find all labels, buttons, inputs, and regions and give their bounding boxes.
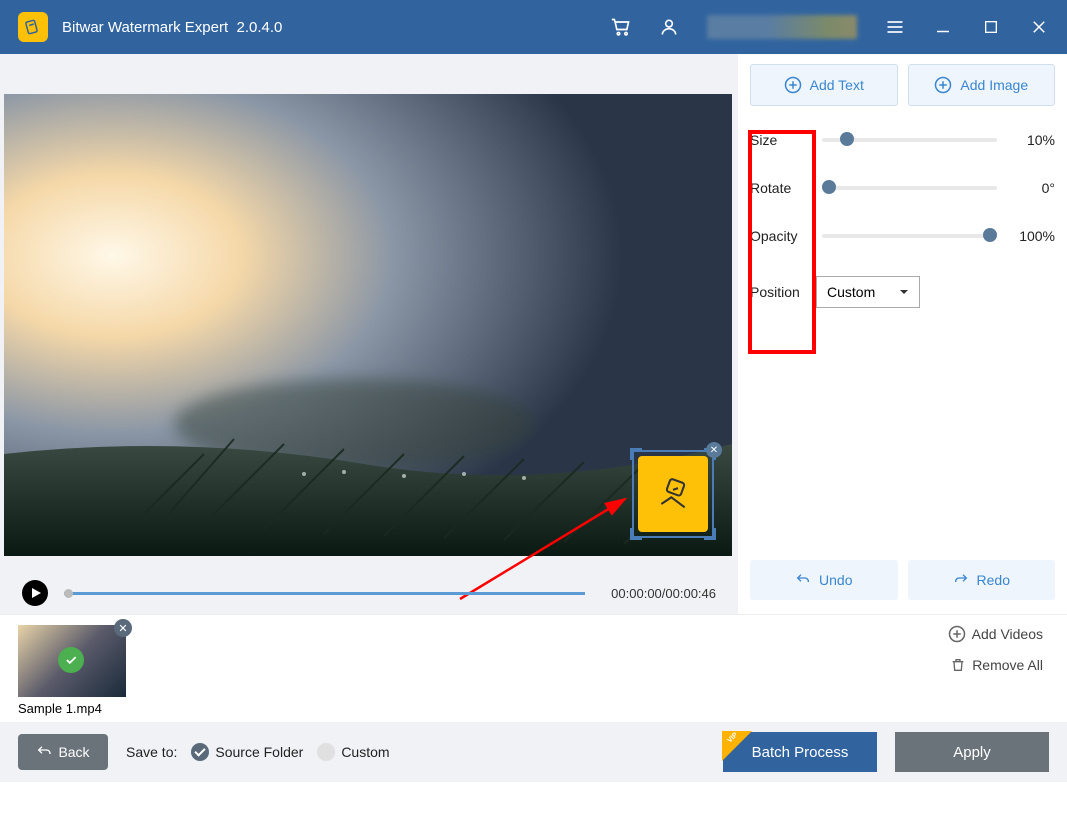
- size-label: Size: [750, 132, 816, 148]
- position-value: Custom: [827, 284, 875, 300]
- watermark-overlay[interactable]: ✕: [632, 450, 714, 538]
- watermark-image-icon: [638, 456, 708, 532]
- opacity-value: 100%: [1003, 228, 1055, 244]
- timeline-thumb[interactable]: [64, 589, 73, 598]
- chevron-down-icon: [899, 287, 909, 297]
- play-button[interactable]: [22, 580, 48, 606]
- trash-icon: [950, 657, 966, 673]
- save-to-label: Save to:: [126, 744, 177, 760]
- video-preview[interactable]: ✕: [4, 94, 732, 556]
- batch-process-button[interactable]: VIP Batch Process: [723, 732, 877, 772]
- add-text-button[interactable]: Add Text: [750, 64, 898, 106]
- back-button[interactable]: Back: [18, 734, 108, 770]
- properties-panel: Add Text Add Image Size 10% Rotate 0° Op…: [738, 54, 1067, 614]
- rotate-value: 0°: [1003, 180, 1055, 196]
- add-image-button[interactable]: Add Image: [908, 64, 1056, 106]
- menu-icon[interactable]: [885, 17, 905, 37]
- back-arrow-icon: [36, 744, 52, 760]
- undo-button[interactable]: Undo: [750, 560, 898, 600]
- apply-button[interactable]: Apply: [895, 732, 1049, 772]
- undo-label: Undo: [819, 572, 852, 588]
- add-videos-label: Add Videos: [972, 626, 1043, 642]
- size-row: Size 10%: [750, 132, 1055, 148]
- user-name-blurred: [707, 15, 857, 39]
- batch-process-label: Batch Process: [752, 744, 849, 761]
- plus-circle-icon: [948, 625, 966, 643]
- minimize-icon[interactable]: [933, 17, 953, 37]
- close-icon[interactable]: [1029, 17, 1049, 37]
- custom-folder-radio[interactable]: Custom: [317, 743, 389, 761]
- back-label: Back: [58, 744, 89, 760]
- size-slider[interactable]: [822, 138, 997, 142]
- video-thumb-item[interactable]: ✕ Sample 1.mp4: [18, 625, 126, 712]
- custom-folder-label: Custom: [341, 744, 389, 760]
- app-version: 2.0.4.0: [237, 19, 283, 36]
- thumb-remove-icon[interactable]: ✕: [114, 619, 132, 637]
- position-label: Position: [750, 284, 816, 300]
- redo-button[interactable]: Redo: [908, 560, 1056, 600]
- apply-label: Apply: [953, 744, 991, 761]
- videos-strip: ✕ Sample 1.mp4 Add Videos Remove All: [0, 614, 1067, 722]
- bottom-bar: Back Save to: Source Folder Custom VIP B…: [0, 722, 1067, 782]
- app-logo-icon: [18, 12, 48, 42]
- size-value: 10%: [1003, 132, 1055, 148]
- source-folder-radio[interactable]: Source Folder: [191, 743, 303, 761]
- position-select[interactable]: Custom: [816, 276, 920, 308]
- undo-icon: [795, 572, 811, 588]
- cart-icon[interactable]: [611, 17, 631, 37]
- redo-icon: [953, 572, 969, 588]
- timeline-track[interactable]: [64, 592, 585, 595]
- timecode-display: 00:00:00/00:00:46: [611, 586, 716, 601]
- redo-label: Redo: [977, 572, 1010, 588]
- add-videos-button[interactable]: Add Videos: [948, 625, 1043, 643]
- opacity-label: Opacity: [750, 228, 816, 244]
- maximize-icon[interactable]: [981, 17, 1001, 37]
- remove-all-label: Remove All: [972, 657, 1043, 673]
- add-image-label: Add Image: [960, 77, 1028, 93]
- thumb-filename: Sample 1.mp4: [18, 701, 126, 716]
- vip-badge-icon: VIP: [722, 731, 752, 761]
- thumb-check-icon: [58, 647, 84, 673]
- position-row: Position Custom: [750, 276, 1055, 308]
- rotate-row: Rotate 0°: [750, 180, 1055, 196]
- save-to-group: Save to: Source Folder Custom: [126, 743, 390, 761]
- source-folder-label: Source Folder: [215, 744, 303, 760]
- title-bar: Bitwar Watermark Expert 2.0.4.0: [0, 0, 1067, 54]
- opacity-row: Opacity 100%: [750, 228, 1055, 244]
- app-name: Bitwar Watermark Expert: [62, 19, 228, 36]
- rotate-label: Rotate: [750, 180, 816, 196]
- remove-all-button[interactable]: Remove All: [950, 657, 1043, 673]
- user-icon[interactable]: [659, 17, 679, 37]
- preview-panel: ✕ 00:00:00/00:00:46: [0, 54, 738, 614]
- app-title: Bitwar Watermark Expert 2.0.4.0: [62, 19, 282, 36]
- add-text-label: Add Text: [810, 77, 864, 93]
- rotate-slider[interactable]: [822, 186, 997, 190]
- main-area: ✕ 00:00:00/00:00:46 Add Text: [0, 54, 1067, 614]
- opacity-slider[interactable]: [822, 234, 997, 238]
- watermark-remove-icon[interactable]: ✕: [706, 442, 722, 458]
- timeline-row: 00:00:00/00:00:46: [0, 556, 738, 606]
